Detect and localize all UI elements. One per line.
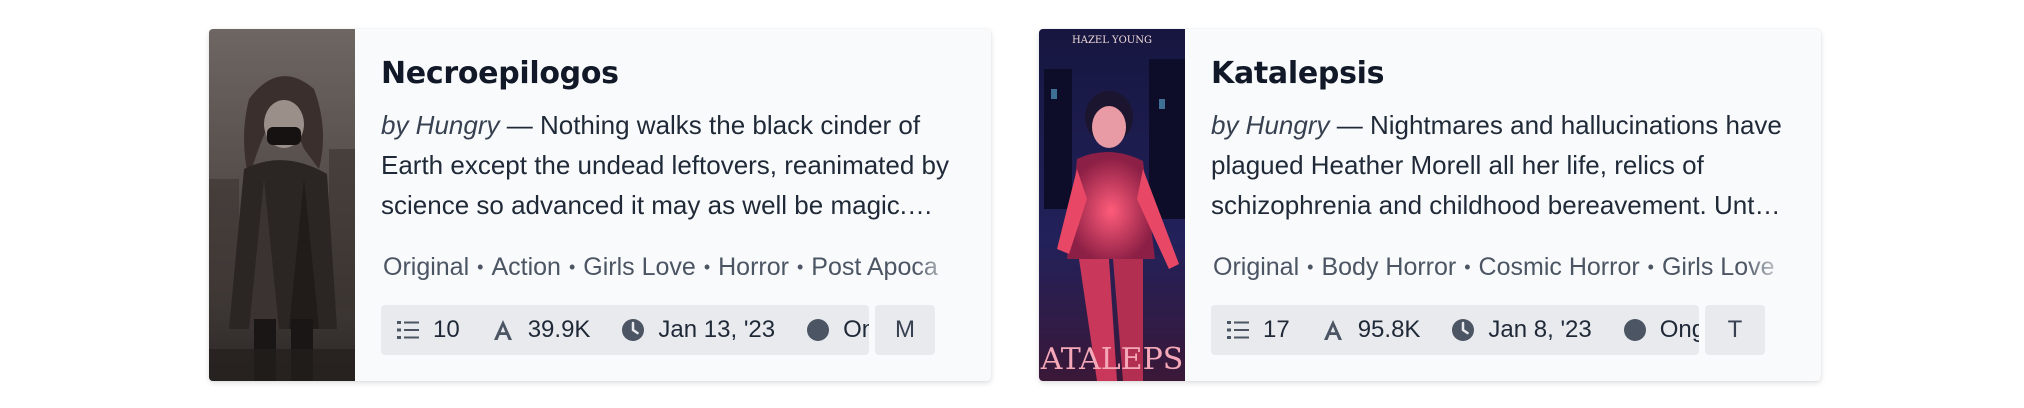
story-description: by Hungry — Nightmares and hallucination… (1211, 105, 1799, 225)
word-count: 95.8K (1320, 316, 1421, 344)
word-count-value: 95.8K (1357, 316, 1421, 343)
tag-separator: • (477, 257, 484, 277)
clock-icon (620, 317, 646, 343)
chapter-count: 10 (395, 316, 460, 344)
stats-row: 17 95.8K Jan 8, '23 Ong T (1211, 305, 1765, 355)
letter-a-icon (490, 317, 516, 343)
rating-badge[interactable]: M (875, 305, 935, 355)
status: Ong… (1622, 316, 1699, 344)
story-title[interactable]: Katalepsis (1211, 54, 1795, 94)
tag[interactable]: Body Horror (1319, 253, 1458, 281)
story-card[interactable]: Necroepilogos by Hungry — Nothing walks … (209, 29, 991, 381)
author-name[interactable]: by Hungry (381, 110, 500, 140)
tag[interactable]: Girls Love (1660, 253, 1777, 281)
status: On… (805, 316, 869, 344)
tag-separator: • (796, 257, 804, 277)
story-list: Necroepilogos by Hungry — Nothing walks … (0, 0, 2024, 408)
tag[interactable]: Action (489, 253, 562, 281)
list-icon (395, 317, 421, 343)
updated-date-value: Jan 8, '23 (1488, 316, 1592, 343)
story-card[interactable]: HAZEL YOUNG ATALEPS Katalepsis by Hungry… (1039, 29, 1821, 381)
word-count: 39.9K (490, 316, 591, 344)
word-count-value: 39.9K (527, 316, 591, 343)
tag[interactable]: Original (1211, 253, 1301, 281)
cover-image[interactable]: HAZEL YOUNG ATALEPS (1039, 29, 1185, 381)
rating-label: T (1727, 316, 1743, 343)
updated-date: Jan 8, '23 (1450, 316, 1592, 344)
tag-separator: • (1647, 257, 1654, 277)
separator: — (1329, 110, 1370, 140)
chapter-count: 17 (1225, 316, 1290, 344)
cover-image[interactable] (209, 29, 355, 381)
rating-label: M (895, 316, 915, 343)
tag[interactable]: Original (381, 253, 471, 281)
status-dot-icon (1622, 317, 1648, 343)
chapter-count-value: 10 (433, 316, 460, 343)
chapter-count-value: 17 (1263, 316, 1290, 343)
tag-separator: • (703, 257, 711, 277)
card-body: Necroepilogos by Hungry — Nothing walks … (355, 29, 991, 381)
story-description: by Hungry — Nothing walks the black cind… (381, 105, 969, 225)
rating-badge[interactable]: T (1705, 305, 1765, 355)
tag[interactable]: Cosmic Horror (1477, 253, 1642, 281)
status-value: Ong… (1659, 316, 1699, 343)
stats-box: 10 39.9K Jan 13, '23 On (381, 305, 869, 355)
tag-separator: • (1464, 257, 1471, 277)
tag[interactable]: Post Apoca (809, 253, 939, 281)
separator: — (499, 110, 540, 140)
story-title[interactable]: Necroepilogos (381, 54, 965, 94)
tag-list: Original • Body Horror • Cosmic Horror • Girls… (1211, 247, 1791, 287)
tag-separator: • (1307, 257, 1314, 277)
tag[interactable]: Horror (716, 253, 791, 281)
stats-row: 10 39.9K Jan 13, '23 On M (381, 305, 935, 355)
tag-list: Original • Action • Girls Love • Horror • Post A… (381, 247, 961, 287)
card-body: Katalepsis by Hungry — Nightmares and ha… (1185, 29, 1821, 381)
author-name[interactable]: by Hungry (1211, 110, 1330, 140)
updated-date: Jan 13, '23 (620, 316, 775, 344)
status-dot-icon (805, 317, 831, 343)
updated-date-value: Jan 13, '23 (658, 316, 776, 343)
tag[interactable]: Girls Love (581, 253, 698, 281)
list-icon (1225, 317, 1251, 343)
clock-icon (1450, 317, 1476, 343)
tag-separator: • (568, 257, 576, 277)
letter-a-icon (1320, 317, 1346, 343)
cover-author-text: HAZEL YOUNG (1072, 35, 1152, 46)
status-value: On… (843, 316, 869, 343)
stats-box: 17 95.8K Jan 8, '23 Ong (1211, 305, 1699, 355)
cover-title-text: ATALEPS (1040, 342, 1184, 377)
